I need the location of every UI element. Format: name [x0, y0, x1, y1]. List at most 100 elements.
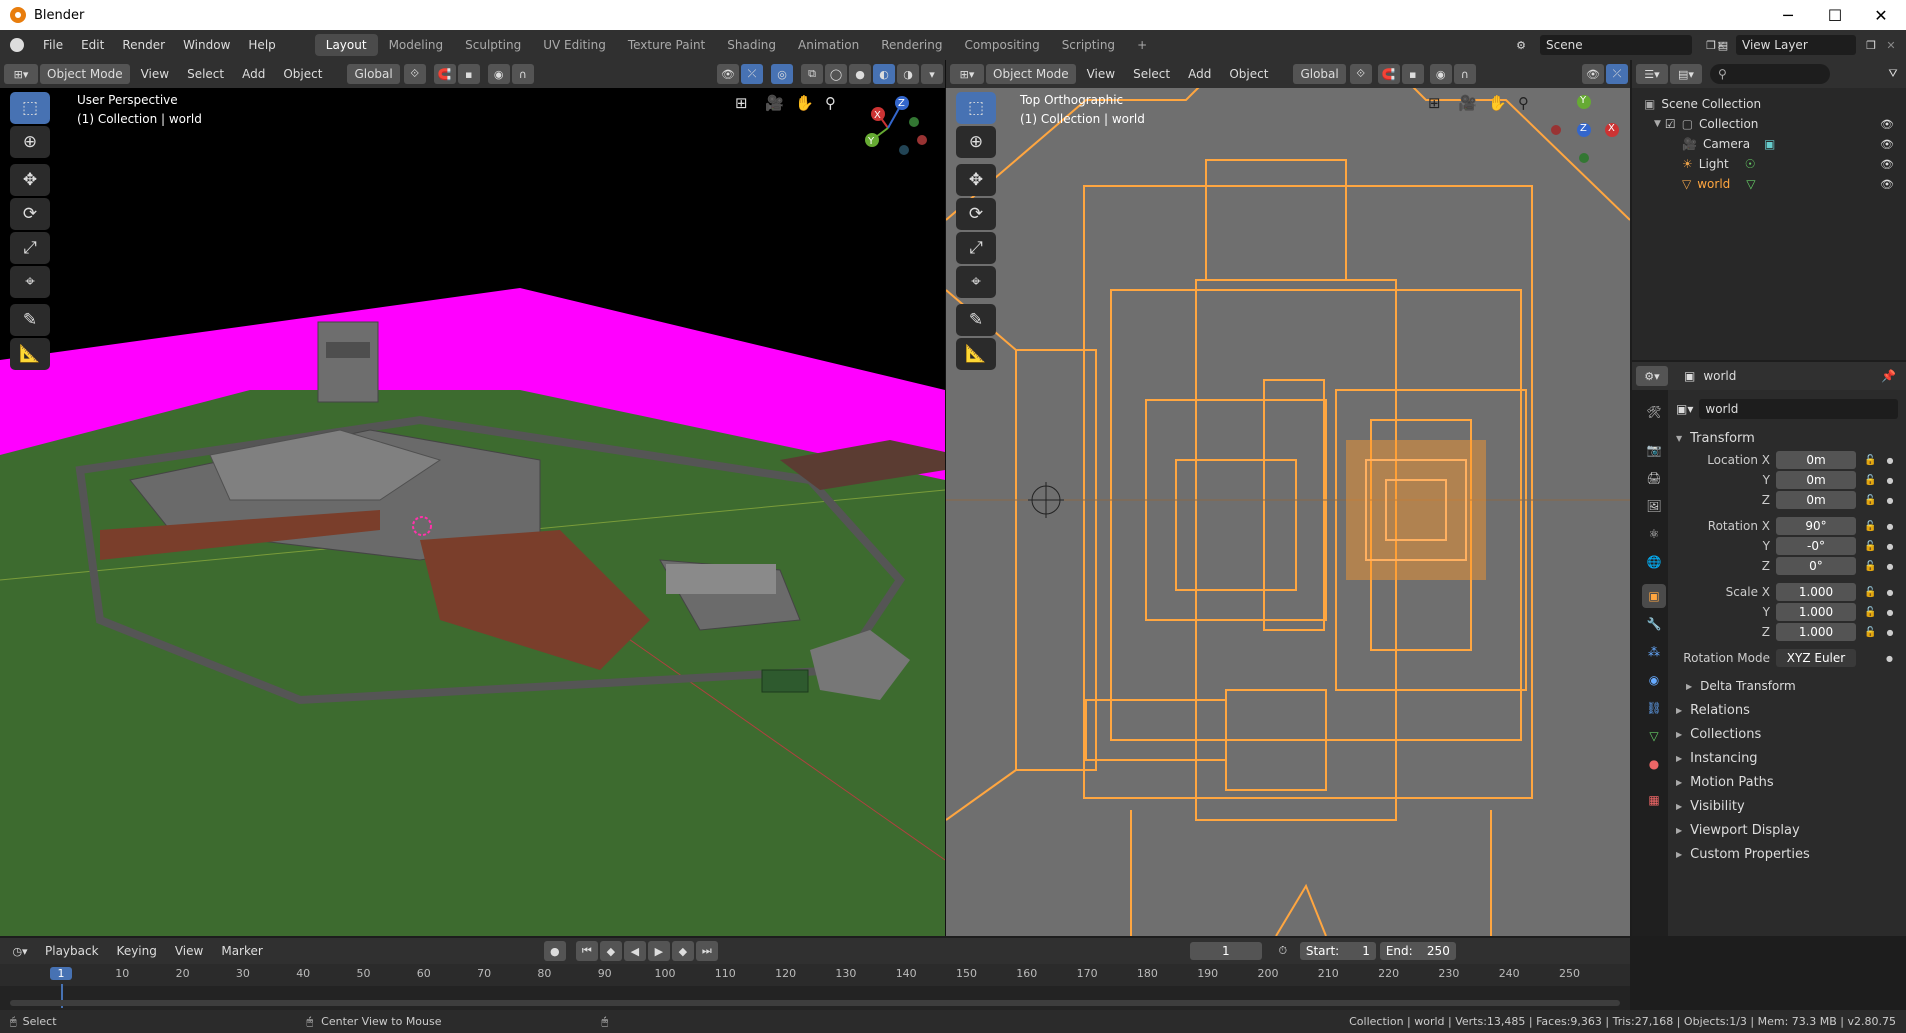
editor-type-icon-right[interactable]: ⊞▾ [950, 64, 984, 84]
tool-tab-icon[interactable]: 🛠 [1642, 400, 1666, 424]
camera-view-icon[interactable]: 🎥 [765, 94, 784, 112]
tab-texture-paint[interactable]: Texture Paint [617, 34, 716, 56]
pan-hand-icon[interactable]: ✋ [795, 94, 814, 112]
add-menu-right[interactable]: Add [1181, 64, 1218, 84]
outliner-world[interactable]: ▽ world ▽ 👁 [1632, 174, 1906, 194]
delta-transform-header[interactable]: ▶ Delta Transform [1676, 674, 1898, 698]
transform-orientation-dropdown[interactable]: Global [347, 64, 400, 84]
viewport-perspective[interactable]: User Perspective (1) Collection | world … [0, 60, 945, 936]
end-frame-field[interactable]: End: 250 [1379, 942, 1456, 960]
view-layer-icon[interactable]: ▤ [1712, 35, 1734, 55]
add-workspace-button[interactable]: + [1126, 34, 1158, 56]
select-menu[interactable]: Select [180, 64, 231, 84]
proportional-edit-icon[interactable]: ◉ [487, 64, 510, 84]
view-layer-field[interactable]: View Layer [1736, 35, 1856, 55]
panel-viewport-display[interactable]: ▶ Viewport Display [1676, 818, 1898, 842]
expand-icon[interactable]: ▼ [1654, 119, 1661, 129]
solid-shading-icon[interactable]: ● [849, 64, 871, 84]
tab-shading[interactable]: Shading [716, 34, 787, 56]
lock-icon[interactable]: 🔓 [1864, 475, 1876, 486]
material-tab-icon[interactable]: ● [1642, 752, 1666, 776]
object-menu[interactable]: Object [276, 64, 329, 84]
lock-icon[interactable]: 🔓 [1864, 587, 1876, 598]
lock-icon[interactable]: 🔓 [1864, 455, 1876, 466]
zoom-icon-right[interactable]: ⚲ [1518, 94, 1529, 112]
scale-tool-right[interactable]: ⤢ [956, 232, 996, 264]
outliner-search-input[interactable]: ⚲ [1710, 64, 1830, 84]
rotation-x-field[interactable]: 90° [1776, 517, 1856, 535]
lock-icon[interactable]: 🔓 [1864, 627, 1876, 638]
visibility-icon[interactable]: 👁 [717, 64, 739, 84]
transform-panel-header[interactable]: ▼ Transform [1676, 426, 1898, 450]
tab-sculpting[interactable]: Sculpting [454, 34, 532, 56]
keyframe-dot-icon[interactable]: ● [1886, 456, 1893, 465]
wireframe-shading-icon[interactable]: ◯ [825, 64, 847, 84]
keyframe-dot-icon[interactable]: ● [1886, 588, 1893, 597]
blender-menu-icon[interactable] [0, 38, 34, 52]
location-z-field[interactable]: 0m [1776, 491, 1856, 509]
zoom-icon[interactable]: ⚲ [825, 94, 836, 112]
object-menu-right[interactable]: Object [1222, 64, 1275, 84]
tab-layout[interactable]: Layout [314, 34, 378, 56]
scale-y-field[interactable]: 1.000 [1776, 603, 1856, 621]
keyframe-dot-icon[interactable]: ● [1886, 542, 1893, 551]
panel-relations[interactable]: ▶ Relations [1676, 698, 1898, 722]
falloff-icon-right[interactable]: ∩ [1453, 64, 1476, 84]
navigation-gizmo[interactable] [852, 88, 930, 166]
constraints-tab-icon[interactable]: ⛓ [1642, 696, 1666, 720]
tab-modeling[interactable]: Modeling [378, 34, 455, 56]
new-view-layer-icon[interactable]: ❐ [1860, 35, 1882, 55]
timeline-scrollbar[interactable] [10, 1000, 1620, 1006]
select-box-tool-right[interactable]: ⬚ [956, 92, 996, 124]
playback-menu[interactable]: Playback [38, 941, 106, 961]
keyframe-dot-icon[interactable]: ● [1886, 654, 1893, 663]
move-tool[interactable]: ✥ [10, 164, 50, 196]
material-shading-icon[interactable]: ◐ [873, 64, 895, 84]
jump-start-icon[interactable]: ⏮ [575, 941, 598, 961]
maximize-button[interactable]: ☐ [1812, 0, 1858, 30]
scene-field[interactable]: Scene [1540, 35, 1692, 55]
panel-collections[interactable]: ▶ Collections [1676, 722, 1898, 746]
grid-view-icon[interactable]: ⊞ [735, 94, 748, 112]
location-y-field[interactable]: 0m [1776, 471, 1856, 489]
falloff-icon[interactable]: ∩ [511, 64, 534, 84]
view-menu[interactable]: View [134, 64, 176, 84]
snap-target-icon[interactable]: ▪ [457, 64, 480, 84]
close-button[interactable]: ✕ [1858, 0, 1904, 30]
pivot-icon[interactable]: ⟐ [403, 64, 426, 84]
select-menu-right[interactable]: Select [1126, 64, 1177, 84]
select-box-tool[interactable]: ⬚ [10, 92, 50, 124]
object-tab-icon[interactable]: ▣ [1642, 584, 1666, 608]
xray-icon[interactable]: ⧉ [801, 64, 823, 84]
outliner-collection[interactable]: ▼ ☑ ▢ Collection 👁 [1632, 114, 1906, 134]
panel-instancing[interactable]: ▶ Instancing [1676, 746, 1898, 770]
add-menu[interactable]: Add [235, 64, 272, 84]
world-tab-icon[interactable]: 🌐 [1642, 550, 1666, 574]
transform-orientation-dropdown-right[interactable]: Global [1293, 64, 1346, 84]
scale-tool[interactable]: ⤢ [10, 232, 50, 264]
outliner-editor-type-icon[interactable]: ☰▾ [1636, 64, 1668, 84]
rotation-z-field[interactable]: 0° [1776, 557, 1856, 575]
lock-icon[interactable]: 🔓 [1864, 561, 1876, 572]
camera-view-icon-right[interactable]: 🎥 [1458, 94, 1477, 112]
menu-help[interactable]: Help [239, 30, 284, 60]
outliner-light[interactable]: ☀ Light ☉ 👁 [1632, 154, 1906, 174]
tab-scripting[interactable]: Scripting [1051, 34, 1126, 56]
view-menu-right[interactable]: View [1080, 64, 1122, 84]
menu-render[interactable]: Render [113, 30, 174, 60]
current-frame-field[interactable]: 1 [1189, 942, 1262, 960]
data-tab-icon[interactable]: ▽ [1642, 724, 1666, 748]
proportional-edit-icon-right[interactable]: ◉ [1429, 64, 1452, 84]
gizmo-toggle-icon[interactable]: ⤫ [741, 64, 763, 84]
render-tab-icon[interactable]: 📷 [1642, 438, 1666, 462]
cursor-tool-right[interactable]: ⊕ [956, 126, 996, 158]
scene-icon[interactable]: ⚙ [1510, 35, 1532, 55]
keyframe-dot-icon[interactable]: ● [1886, 476, 1893, 485]
eye-icon[interactable]: 👁 [1880, 138, 1894, 151]
lock-icon[interactable]: 🔓 [1864, 521, 1876, 532]
eye-icon[interactable]: 👁 [1880, 118, 1894, 131]
play-icon[interactable]: ▶ [647, 941, 670, 961]
scale-z-field[interactable]: 1.000 [1776, 623, 1856, 641]
measure-tool[interactable]: 📐 [10, 338, 50, 370]
keyframe-dot-icon[interactable]: ● [1886, 608, 1893, 617]
